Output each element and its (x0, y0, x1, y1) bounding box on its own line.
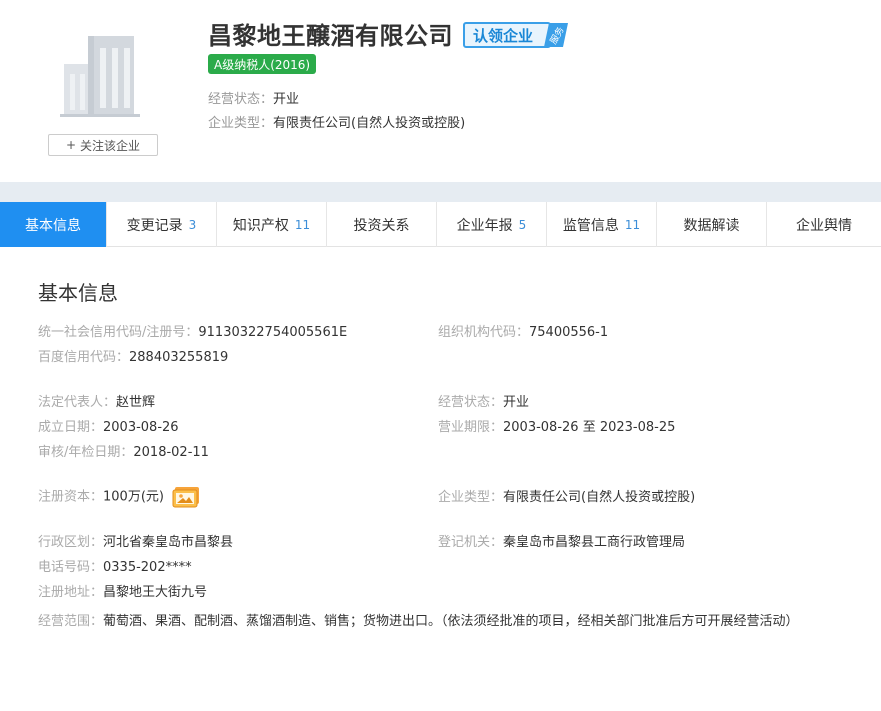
follow-button-label: 关注该企业 (80, 138, 141, 153)
section-title: 基本信息 (38, 281, 118, 305)
audit-date-field: 审核/年检日期：2018-02-11 (38, 445, 209, 460)
tab-basic-info[interactable]: 基本信息 (0, 202, 107, 247)
business-scope-field: 经营范围：葡萄酒、果酒、配制酒、蒸馏酒制造、销售；货物进出口。（依法须经批准的项… (38, 614, 799, 629)
founded-date-field: 成立日期：2003-08-26 (38, 420, 179, 435)
service-tag-icon: 服务 (544, 23, 568, 47)
status-field: 经营状态：开业 (438, 395, 530, 410)
header-status-label: 经营状态： (208, 92, 274, 107)
building-icon (60, 36, 140, 117)
registration-authority-field: 登记机关：秦皇岛市昌黎县工商行政管理局 (438, 535, 686, 550)
company-name: 昌黎地王醸酒有限公司 (208, 22, 453, 50)
tab-annual-reports[interactable]: 企业年报 5 (437, 202, 547, 247)
tab-change-records[interactable]: 变更记录 3 (107, 202, 217, 247)
header-type-value: 有限责任公司(自然人投资或控股) (273, 116, 466, 131)
header-type-row: 企业类型：有限责任公司(自然人投资或控股) (208, 112, 465, 131)
tab-regulatory-info[interactable]: 监管信息 11 (547, 202, 657, 247)
phone-field: 电话号码：0335-202**** (38, 560, 192, 575)
header-status-value: 开业 (273, 92, 300, 107)
tab-intellectual-property[interactable]: 知识产权 11 (217, 202, 327, 247)
claim-enterprise-badge[interactable]: 认领企业 服务 (463, 22, 571, 48)
tab-public-opinion[interactable]: 企业舆情 (767, 202, 881, 247)
tab-bar: 基本信息 变更记录 3 知识产权 11 投资关系 企业年报 5 监管信息 11 数据解读… (0, 202, 881, 247)
plus-icon: + (65, 138, 77, 152)
header-status-row: 经营状态：开业 (208, 88, 299, 107)
company-type-field: 企业类型：有限责任公司(自然人投资或控股) (438, 490, 696, 505)
credit-code-field: 统一社会信用代码/注册号：91130322754005561E (38, 325, 348, 340)
registered-capital-field: 注册资本：100万(元) (38, 486, 200, 508)
tab-investment[interactable]: 投资关系 (327, 202, 437, 247)
address-field: 注册地址：昌黎地王大街九号 (38, 585, 208, 600)
org-code-field: 组织机构代码：75400556-1 (438, 325, 609, 340)
tax-rating-badge: A级纳税人(2016) (208, 54, 317, 74)
claim-label: 认领企业 (473, 26, 534, 45)
district-field: 行政区划：河北省秦皇岛市昌黎县 (38, 535, 234, 550)
header-divider-band (0, 182, 881, 202)
business-term-field: 营业期限：2003-08-26 至 2023-08-25 (438, 420, 676, 435)
capital-image-icon[interactable] (172, 486, 200, 508)
follow-company-button[interactable]: + 关注该企业 (48, 134, 158, 156)
tab-data-analysis[interactable]: 数据解读 (657, 202, 767, 247)
legal-rep-field: 法定代表人：赵世辉 (38, 395, 156, 410)
baidu-code-field: 百度信用代码：288403255819 (38, 350, 229, 365)
header-type-label: 企业类型： (208, 116, 274, 131)
company-logo-placeholder (52, 24, 152, 124)
